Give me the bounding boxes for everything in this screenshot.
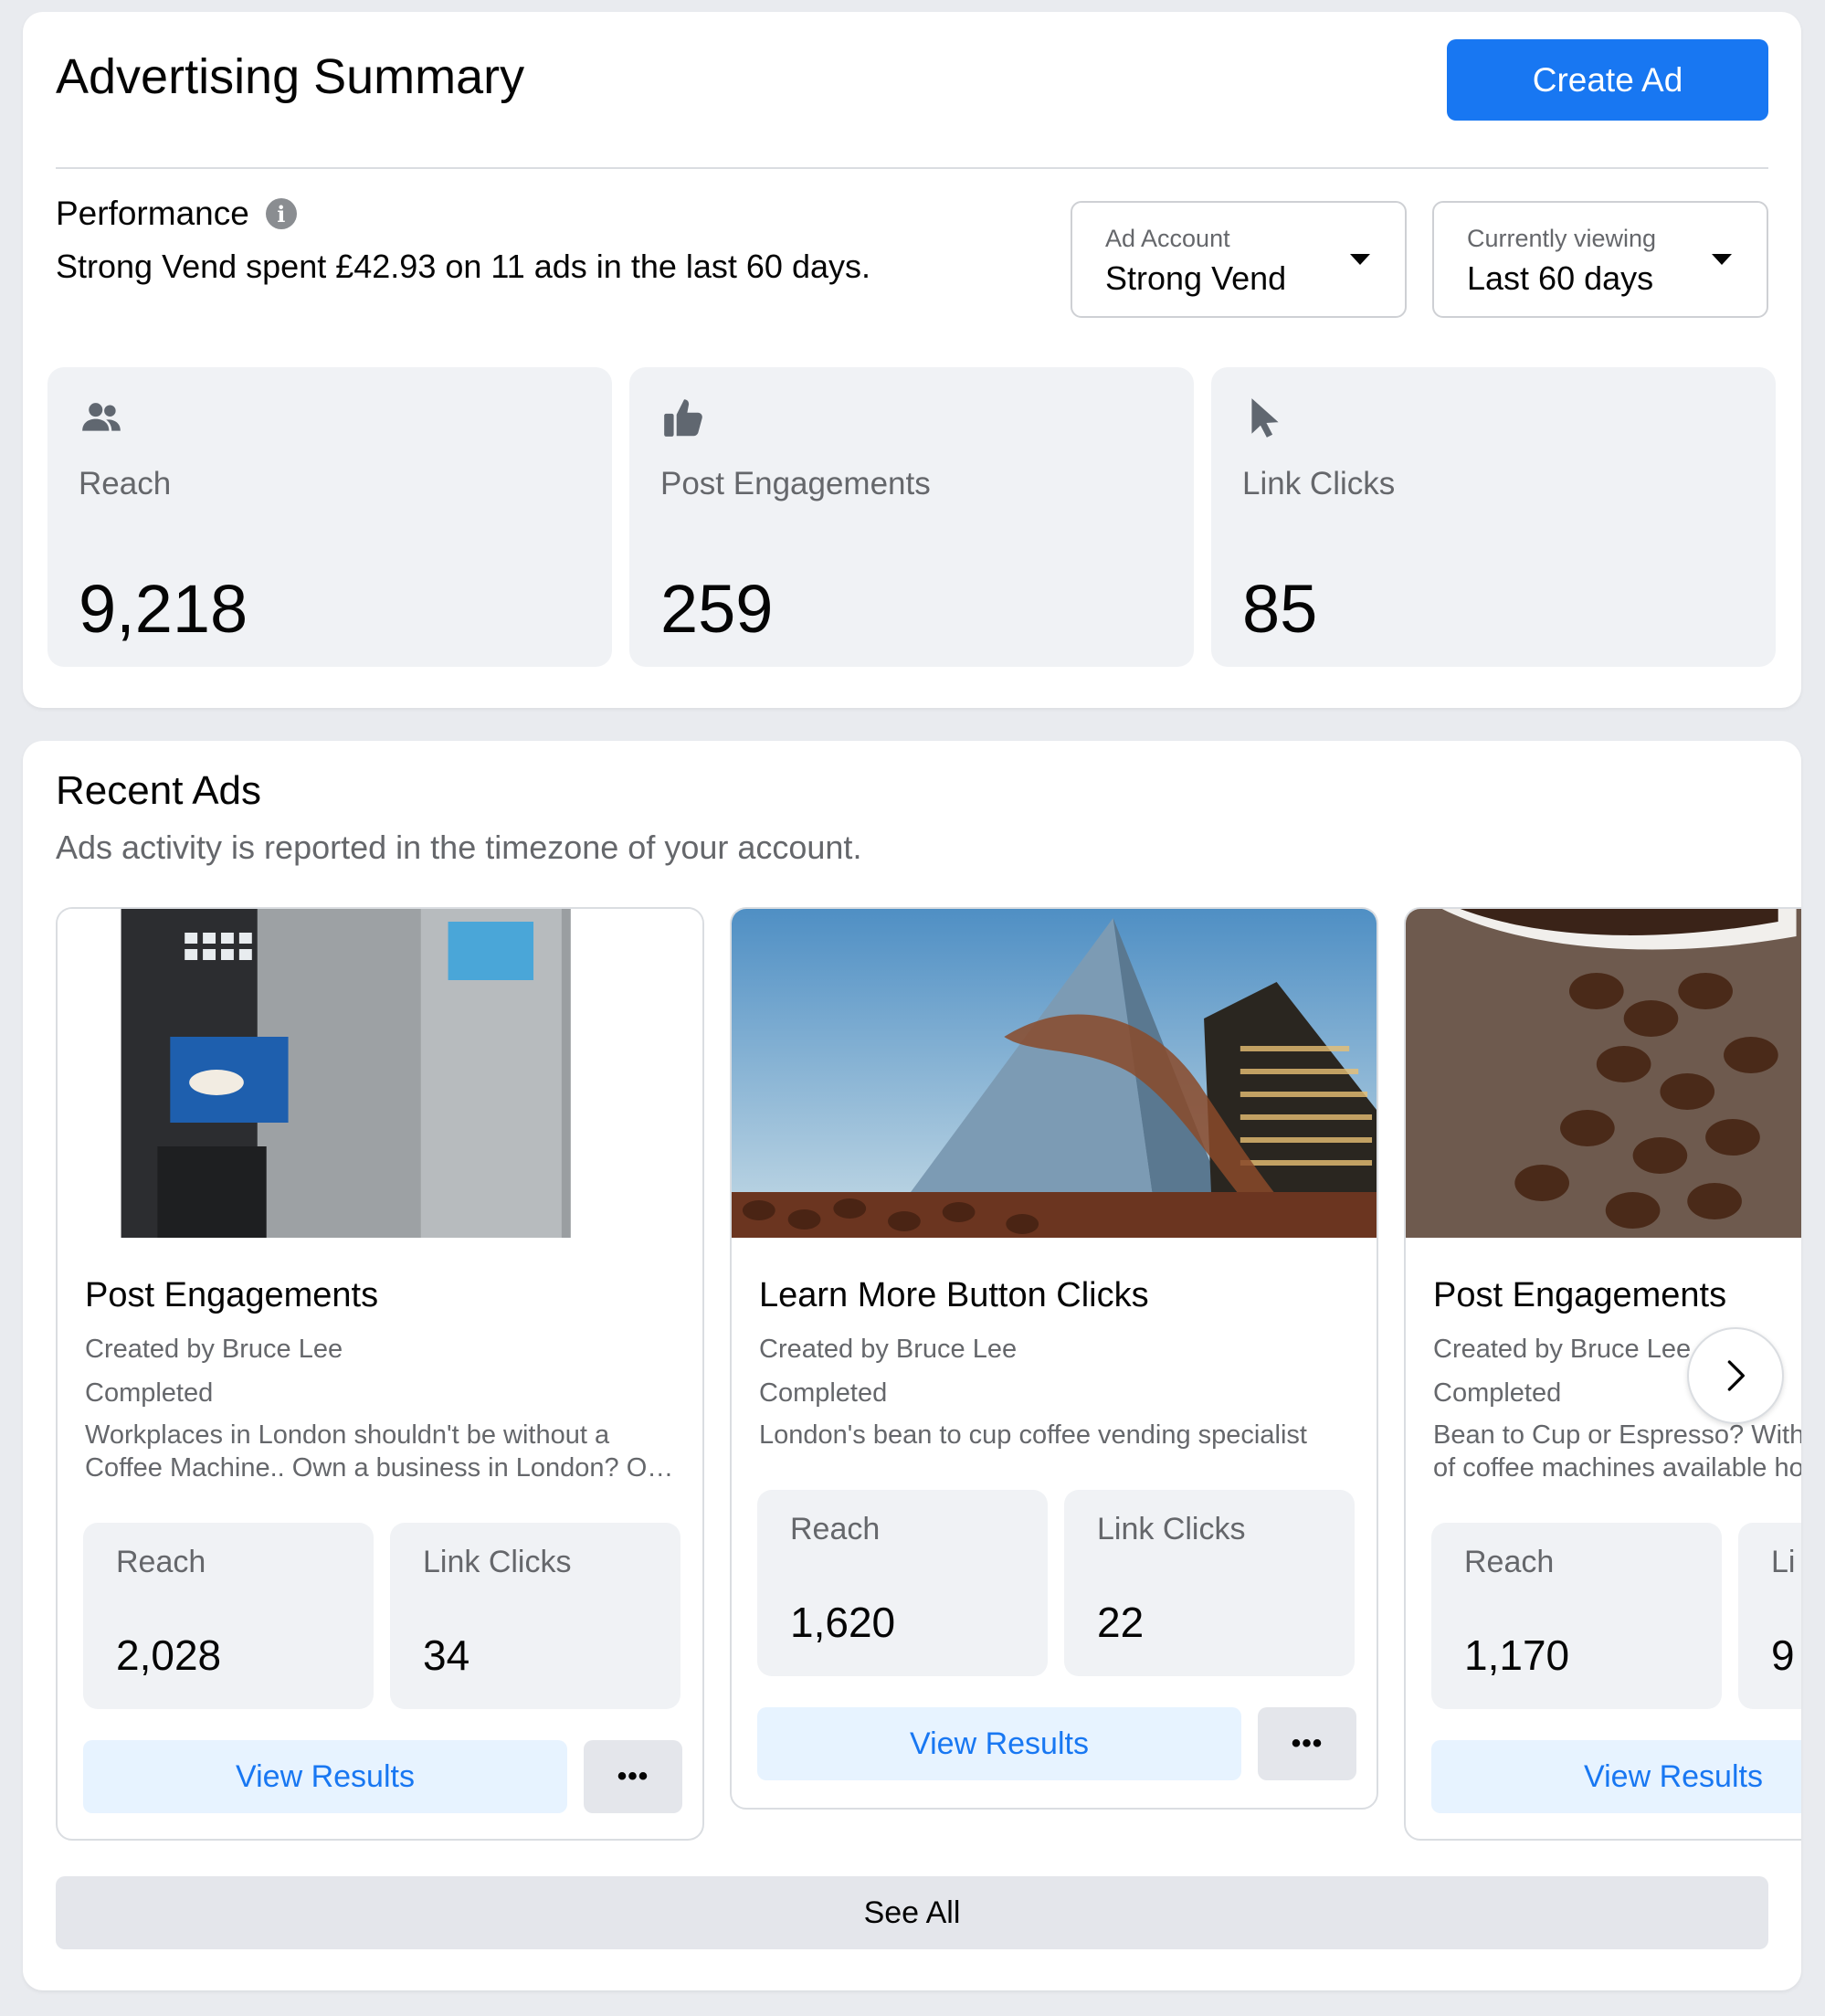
ad-account-label: Ad Account <box>1105 225 1230 252</box>
cursor-icon <box>1251 398 1279 438</box>
ad-creator: Created by Bruce Lee <box>1433 1335 1692 1364</box>
date-range-value: Last 60 days <box>1467 259 1654 297</box>
ad-description-line: of coffee machines available ho <box>1433 1453 1801 1483</box>
ad-status: Completed <box>85 1378 214 1408</box>
ad-status: Completed <box>1433 1378 1562 1408</box>
more-options-button[interactable]: ••• <box>1258 1707 1356 1780</box>
metric-label: Post Engagements <box>660 466 931 501</box>
ad-account-dropdown[interactable]: Ad Account Strong Vend <box>1071 201 1407 318</box>
ad-objective: Learn More Button Clicks <box>759 1276 1149 1314</box>
performance-title: Performance <box>56 195 249 232</box>
page-title: Advertising Summary <box>56 49 525 104</box>
ad-stat-link-clicks: Li 9 <box>1738 1523 1801 1709</box>
carousel-next-button[interactable] <box>1687 1327 1784 1424</box>
performance-description: Strong Vend spent £42.93 on 11 ads in th… <box>56 248 870 285</box>
coffee-vending-machine-image <box>58 909 702 1238</box>
stat-value: 1,170 <box>1464 1631 1570 1679</box>
stat-label: Reach <box>1464 1545 1555 1579</box>
ad-description: Workplaces in London shouldn't be withou… <box>85 1419 679 1484</box>
info-icon[interactable]: i <box>265 198 297 229</box>
stat-label: Link Clicks <box>1097 1512 1246 1546</box>
ad-description: Bean to Cup or Espresso? With of coffee … <box>1433 1419 1801 1484</box>
create-ad-button[interactable]: Create Ad <box>1447 39 1768 121</box>
caret-down-icon <box>1350 254 1370 265</box>
view-results-button[interactable]: View Results <box>757 1707 1241 1780</box>
ad-account-value: Strong Vend <box>1105 259 1287 297</box>
stat-value: 9 <box>1771 1631 1795 1679</box>
ad-creator: Created by Bruce Lee <box>85 1335 343 1364</box>
ad-stat-reach: Reach 2,028 <box>83 1523 374 1709</box>
metric-label: Link Clicks <box>1242 466 1396 501</box>
chevron-right-icon <box>1727 1360 1745 1391</box>
coffee-beans-image <box>1406 909 1801 1238</box>
stat-value: 22 <box>1097 1599 1145 1646</box>
ad-stat-link-clicks: Link Clicks 22 <box>1064 1490 1355 1676</box>
ad-stat-link-clicks: Link Clicks 34 <box>390 1523 680 1709</box>
view-results-button[interactable]: View Results <box>1431 1740 1801 1813</box>
people-icon <box>82 403 121 431</box>
stat-label: Reach <box>790 1512 881 1546</box>
ad-status: Completed <box>759 1378 888 1408</box>
metric-value: 85 <box>1242 571 1318 647</box>
metric-value: 9,218 <box>79 571 248 647</box>
stat-value: 1,620 <box>790 1599 896 1646</box>
metric-value: 259 <box>660 571 774 647</box>
ad-description: London's bean to cup coffee vending spec… <box>759 1419 1353 1451</box>
date-range-label: Currently viewing <box>1467 225 1657 252</box>
ad-objective: Post Engagements <box>1433 1276 1727 1314</box>
section-title: Recent Ads <box>56 768 262 813</box>
date-range-dropdown[interactable]: Currently viewing Last 60 days <box>1432 201 1768 318</box>
ad-card[interactable]: Post Engagements Created by Bruce Lee Co… <box>56 907 704 1841</box>
see-all-button[interactable]: See All <box>56 1876 1768 1949</box>
advertising-summary-card: Advertising Summary Create Ad Performanc… <box>23 12 1801 708</box>
stat-label: Link Clicks <box>423 1545 572 1579</box>
caret-down-icon <box>1712 254 1732 265</box>
ad-creator: Created by Bruce Lee <box>759 1335 1018 1364</box>
ad-description-line: Workplaces in London shouldn't be withou… <box>85 1420 610 1450</box>
ad-stat-reach: Reach 1,620 <box>757 1490 1048 1676</box>
ad-objective: Post Engagements <box>85 1276 379 1314</box>
thumbs-up-icon <box>664 399 702 437</box>
metric-post-engagements: Post Engagements 259 <box>629 367 1194 667</box>
stat-label: Reach <box>116 1545 206 1579</box>
ad-stat-reach: Reach 1,170 <box>1431 1523 1722 1709</box>
stat-label: Li <box>1771 1545 1796 1579</box>
metric-label: Reach <box>79 466 172 501</box>
metric-link-clicks: Link Clicks 85 <box>1211 367 1776 667</box>
metric-reach: Reach 9,218 <box>47 367 612 667</box>
more-options-button[interactable]: ••• <box>584 1740 682 1813</box>
stat-value: 2,028 <box>116 1631 222 1679</box>
ad-description-line: Coffee Machine.. Own a business in Londo… <box>85 1453 674 1483</box>
ad-description-line: London's bean to cup coffee vending spec… <box>759 1420 1307 1450</box>
ad-description-line: Bean to Cup or Espresso? With <box>1433 1420 1801 1450</box>
london-skyscrapers-image <box>732 909 1377 1238</box>
section-subtitle: Ads activity is reported in the timezone… <box>56 829 862 866</box>
recent-ads-card: Recent Ads Ads activity is reported in t… <box>23 741 1801 1990</box>
divider <box>56 167 1768 169</box>
ad-card[interactable]: Learn More Button Clicks Created by Bruc… <box>730 907 1378 1810</box>
view-results-button[interactable]: View Results <box>83 1740 567 1813</box>
stat-value: 34 <box>423 1631 470 1679</box>
performance-heading: Performance i <box>56 195 297 233</box>
